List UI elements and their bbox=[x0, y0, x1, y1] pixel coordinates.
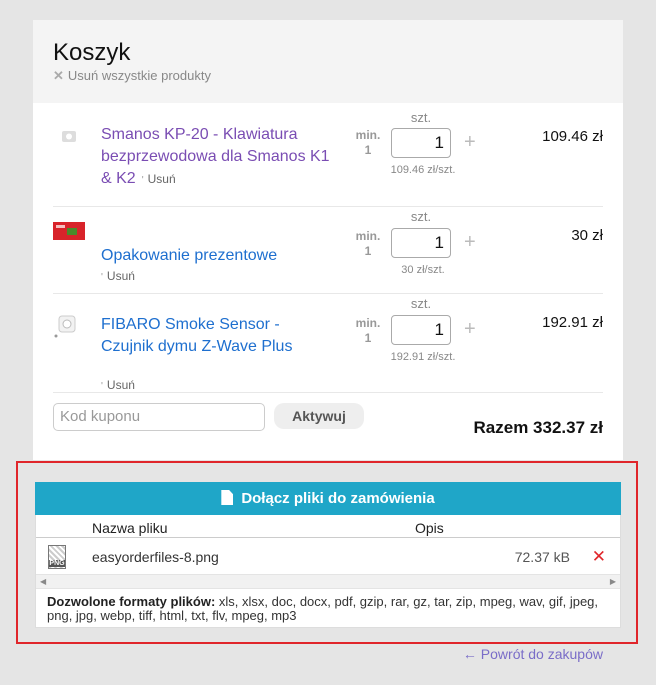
file-name: easyorderfiles-8.png bbox=[92, 549, 219, 565]
remove-item-link[interactable]: ' Usuń bbox=[142, 172, 176, 186]
cart-item: Opakowanie prezentowe ' Usuń szt. min. 1 1… bbox=[53, 207, 603, 293]
column-header-filename: Nazwa pliku bbox=[92, 520, 168, 536]
product-thumbnail[interactable] bbox=[53, 127, 85, 147]
coupon-input[interactable]: Kod kuponu bbox=[53, 403, 265, 431]
plus-icon[interactable]: + bbox=[464, 131, 476, 154]
product-name[interactable]: Opakowanie prezentowe bbox=[101, 245, 331, 267]
product-thumbnail[interactable] bbox=[53, 222, 85, 242]
remove-item-link[interactable]: ' Usuń bbox=[101, 378, 135, 392]
unit-price: 192.91 zł/szt. bbox=[390, 351, 456, 363]
divider bbox=[36, 537, 620, 538]
product-name[interactable]: Smanos KP-20 - Klawiatura bezprzewodowa … bbox=[101, 124, 331, 192]
remove-item-link[interactable]: ' Usuń bbox=[101, 269, 135, 283]
min-qty: min. 1 bbox=[355, 229, 381, 258]
delete-file-icon[interactable]: ✕ bbox=[592, 547, 606, 567]
qty-unit-label: szt. bbox=[410, 296, 432, 311]
qty-unit-label: szt. bbox=[410, 110, 432, 125]
remove-all-label: Usuń wszystkie produkty bbox=[67, 68, 211, 83]
product-thumbnail[interactable] bbox=[53, 314, 85, 338]
allowed-formats: Dozwolone formaty plików: xls, xlsx, doc… bbox=[47, 594, 599, 623]
cart-total: Razem 332.37 zł bbox=[473, 418, 603, 437]
quantity-input[interactable]: 1 bbox=[391, 315, 451, 345]
attachments-panel: Nazwa pliku Opis PNG easyorderfiles-8.pn… bbox=[35, 515, 621, 628]
scroll-left-icon[interactable]: ◀ bbox=[40, 577, 46, 586]
min-qty: min. 1 bbox=[355, 316, 381, 345]
cart-item: FIBARO Smoke Sensor - Czujnik dymu Z-Wav… bbox=[53, 294, 603, 392]
quantity-input[interactable]: 1 bbox=[391, 228, 451, 258]
plus-icon[interactable]: + bbox=[464, 318, 476, 341]
scroll-right-icon[interactable]: ▶ bbox=[610, 577, 616, 586]
close-icon: ✕ bbox=[53, 68, 64, 83]
cart-header: Koszyk ✕ Usuń wszystkie produkty bbox=[33, 20, 623, 103]
plus-icon[interactable]: + bbox=[464, 231, 476, 254]
remove-icon: ' bbox=[141, 175, 144, 186]
cart-card: Koszyk ✕ Usuń wszystkie produkty Smanos K… bbox=[33, 20, 623, 460]
file-size: 72.37 kB bbox=[514, 549, 570, 565]
item-price: 109.46 zł bbox=[542, 128, 603, 145]
back-to-shopping-link[interactable]: ← Powrót do zakupów bbox=[463, 646, 603, 662]
remove-all-link[interactable]: ✕ Usuń wszystkie produkty bbox=[53, 68, 211, 84]
unit-price: 30 zł/szt. bbox=[401, 264, 445, 276]
activate-coupon-button[interactable]: Aktywuj bbox=[274, 403, 364, 429]
remove-icon: ' bbox=[101, 381, 103, 392]
item-price: 192.91 zł bbox=[542, 314, 603, 331]
column-header-description: Opis bbox=[415, 520, 444, 536]
attach-files-button[interactable]: Dołącz pliki do zamówienia bbox=[35, 482, 621, 515]
cart-item: Smanos KP-20 - Klawiatura bezprzewodowa … bbox=[53, 103, 603, 207]
horizontal-scrollbar[interactable]: ◀ ▶ bbox=[36, 574, 620, 589]
remove-icon: ' bbox=[101, 272, 103, 283]
product-name[interactable]: FIBARO Smoke Sensor - Czujnik dymu Z-Wav… bbox=[101, 314, 331, 358]
item-price: 30 zł bbox=[571, 227, 603, 244]
divider bbox=[53, 392, 603, 393]
quantity-input[interactable]: 1 bbox=[391, 128, 451, 158]
png-file-icon: PNG bbox=[48, 545, 66, 569]
file-icon bbox=[221, 490, 234, 505]
min-qty: min. 1 bbox=[355, 128, 381, 157]
page-title: Koszyk bbox=[53, 39, 131, 66]
unit-price: 109.46 zł/szt. bbox=[390, 164, 456, 176]
qty-unit-label: szt. bbox=[410, 209, 432, 224]
